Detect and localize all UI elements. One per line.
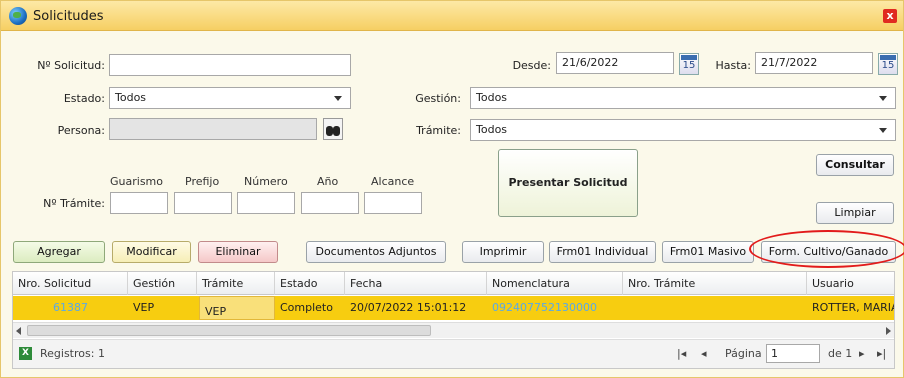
table-cell[interactable] — [623, 296, 807, 320]
numero-label: Número — [244, 175, 288, 188]
total-pages-label: de 1 — [828, 347, 853, 360]
documentos-adjuntos-button[interactable]: Documentos Adjuntos — [306, 241, 446, 263]
highlight-circle — [749, 230, 904, 268]
calendar-day-text: 15 — [881, 60, 895, 71]
alcance-label: Alcance — [371, 175, 415, 188]
chevron-down-icon — [334, 96, 342, 101]
numero-input[interactable] — [237, 192, 295, 214]
scrollbar-thumb[interactable] — [27, 325, 431, 336]
table-cell[interactable]: VEP — [128, 296, 197, 320]
nro-solicitud-input[interactable] — [109, 54, 351, 76]
calendar-day-text: 15 — [682, 60, 696, 71]
presentar-solicitud-button[interactable]: Presentar Solicitud — [498, 149, 638, 217]
column-header[interactable]: Nro. Trámite — [623, 272, 807, 295]
agregar-button[interactable]: Agregar — [13, 241, 105, 263]
gestion-select-value: Todos — [476, 91, 508, 104]
tramite-select-value: Todos — [476, 123, 508, 136]
table-cell[interactable]: 092407752130000 — [487, 296, 623, 320]
table-cell[interactable]: Completo — [275, 296, 345, 320]
gestion-select[interactable]: Todos — [470, 87, 896, 109]
page-number-input[interactable]: 1 — [766, 344, 820, 363]
title-bar[interactable]: Solicitudes x — [1, 1, 903, 31]
previous-page-icon[interactable]: ◂ — [701, 347, 707, 360]
alcance-input[interactable] — [364, 192, 422, 214]
table-cell[interactable]: ROTTER, MARIA — [807, 296, 894, 320]
solicitudes-window: Solicitudes x Nº Solicitud: Desde: 21/6/… — [0, 0, 904, 378]
guarismo-label: Guarismo — [110, 175, 163, 188]
last-page-icon[interactable]: ▸| — [877, 347, 886, 360]
modificar-button[interactable]: Modificar — [112, 241, 191, 263]
prefijo-input[interactable] — [174, 192, 232, 214]
first-page-icon[interactable]: |◂ — [677, 347, 686, 360]
anio-input[interactable] — [301, 192, 359, 214]
scroll-right-icon[interactable] — [886, 327, 891, 335]
desde-calendar-icon[interactable]: 15 — [679, 53, 699, 75]
column-header[interactable]: Usuario — [807, 272, 894, 295]
table-row[interactable]: 61387 VEP VEP Completo 20/07/2022 15:01:… — [13, 296, 894, 320]
tramite-select[interactable]: Todos — [470, 119, 896, 141]
hasta-date-input[interactable]: 21/7/2022 — [755, 52, 873, 74]
column-header[interactable]: Nomenclatura — [487, 272, 623, 295]
persona-input — [109, 118, 317, 140]
estado-select[interactable]: Todos — [109, 87, 351, 109]
column-header[interactable]: Fecha — [345, 272, 487, 295]
column-header[interactable]: Gestión — [128, 272, 197, 295]
nro-tramite-label: Nº Trámite: — [43, 197, 105, 210]
frm01-individual-button[interactable]: Frm01 Individual — [549, 241, 656, 263]
table-footer: X Registros: 1 |◂ ◂ Página 1 de 1 ▸ ▸| — [13, 339, 894, 368]
estado-select-value: Todos — [115, 91, 147, 104]
table-cell[interactable]: 61387 — [13, 296, 128, 320]
imprimir-button[interactable]: Imprimir — [462, 241, 544, 263]
search-binoculars-icon[interactable] — [323, 118, 343, 140]
guarismo-input[interactable] — [110, 192, 168, 214]
table-cell[interactable]: VEP — [199, 296, 275, 320]
hasta-label: Hasta: — [715, 59, 751, 72]
solicitudes-table: Nro. Solicitud Gestión Trámite Estado Fe… — [12, 271, 895, 369]
persona-label: Persona: — [57, 124, 105, 137]
eliminar-button[interactable]: Eliminar — [198, 241, 278, 263]
nro-solicitud-label: Nº Solicitud: — [37, 59, 105, 72]
limpiar-button[interactable]: Limpiar — [816, 202, 894, 224]
scroll-left-icon[interactable] — [16, 327, 21, 335]
tramite-label: Trámite: — [416, 124, 461, 137]
table-cell[interactable]: 20/07/2022 15:01:12 — [345, 296, 487, 320]
prefijo-label: Prefijo — [185, 175, 220, 188]
gestion-label: Gestión: — [415, 92, 461, 105]
table-header: Nro. Solicitud Gestión Trámite Estado Fe… — [13, 272, 894, 295]
chevron-down-icon — [879, 96, 887, 101]
desde-label: Desde: — [512, 59, 551, 72]
desde-date-input[interactable]: 21/6/2022 — [556, 52, 674, 74]
hasta-calendar-icon[interactable]: 15 — [878, 53, 898, 75]
frm01-masivo-button[interactable]: Frm01 Masivo — [662, 241, 754, 263]
estado-label: Estado: — [63, 92, 105, 105]
column-header[interactable]: Estado — [275, 272, 345, 295]
close-icon[interactable]: x — [883, 9, 897, 23]
next-page-icon[interactable]: ▸ — [859, 347, 865, 360]
chevron-down-icon — [879, 128, 887, 133]
column-header[interactable]: Trámite — [197, 272, 275, 295]
registros-count: Registros: 1 — [40, 347, 105, 360]
window-title: Solicitudes — [33, 9, 104, 24]
anio-label: Año — [317, 175, 339, 188]
pagina-label: Página — [725, 347, 762, 360]
excel-export-icon[interactable]: X — [19, 347, 32, 360]
column-header[interactable]: Nro. Solicitud — [13, 272, 128, 295]
globe-icon — [9, 7, 27, 25]
consultar-button[interactable]: Consultar — [816, 154, 894, 176]
horizontal-scrollbar[interactable] — [13, 322, 894, 338]
